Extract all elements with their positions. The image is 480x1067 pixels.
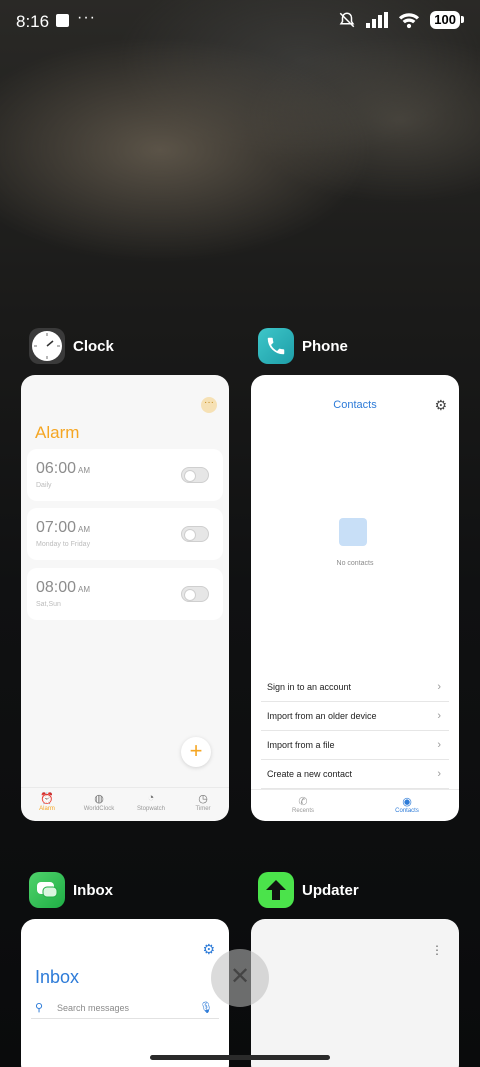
search-placeholder: Search messages bbox=[57, 1003, 130, 1013]
alarm-item[interactable]: 07:00 AM Monday to Friday bbox=[27, 508, 223, 560]
status-icons: 100 bbox=[338, 11, 464, 29]
gear-icon[interactable]: ⚙ bbox=[202, 941, 215, 958]
app-header-inbox[interactable]: Inbox bbox=[29, 872, 113, 908]
alarm-toggle[interactable] bbox=[181, 526, 209, 542]
alarm-time: 07:00 bbox=[36, 519, 77, 536]
alarm-toggle[interactable] bbox=[181, 467, 209, 483]
page-title: Alarm bbox=[35, 423, 80, 442]
alarm-ampm: AM bbox=[78, 585, 91, 594]
alarm-ampm: AM bbox=[78, 525, 91, 534]
bottom-tab-bar: ⏰ Alarm ◍ WorldClock ◔ Stopwatch ◷ Timer bbox=[21, 787, 229, 821]
close-icon: ✕ bbox=[229, 963, 251, 990]
gear-icon[interactable]: ⚙ bbox=[434, 397, 447, 414]
app-card-updater[interactable]: ⋮ bbox=[251, 919, 459, 1067]
timer-icon: ◷ bbox=[198, 793, 208, 805]
signal-icon bbox=[366, 12, 389, 28]
tab-alarm[interactable]: ⏰ Alarm bbox=[21, 788, 73, 821]
app-card-inbox[interactable]: ⚙ Inbox ⚲ Search messages 🎙 bbox=[21, 919, 229, 1067]
search-icon: ⚲ bbox=[35, 1002, 44, 1014]
status-time: 8:16 bbox=[16, 12, 50, 31]
globe-icon: ◍ bbox=[94, 793, 104, 805]
tab-contacts[interactable]: ◉ Contacts bbox=[355, 790, 459, 821]
tab-recents[interactable]: ✆ Recents bbox=[251, 790, 355, 821]
more-vert-icon[interactable]: ⋮ bbox=[431, 943, 443, 957]
app-card-clock[interactable]: ··· Alarm 06:00 AM Daily 07:00 AM Monday t… bbox=[21, 375, 229, 821]
wifi-icon bbox=[399, 13, 420, 29]
home-indicator[interactable] bbox=[150, 1055, 330, 1060]
alarm-icon: ⏰ bbox=[40, 793, 54, 805]
tab-stopwatch[interactable]: ◔ Stopwatch bbox=[125, 788, 177, 821]
sign-in-row[interactable]: Sign in to an account › bbox=[261, 673, 449, 702]
bottom-tab-bar: ✆ Recents ◉ Contacts bbox=[251, 789, 459, 821]
stopwatch-icon: ◔ bbox=[147, 792, 155, 804]
phone-app-icon bbox=[258, 328, 294, 364]
alarm-ampm: AM bbox=[78, 466, 91, 475]
updater-app-icon bbox=[258, 872, 294, 908]
add-alarm-button[interactable]: + bbox=[181, 737, 211, 767]
app-name-clock: Clock bbox=[73, 337, 114, 355]
alarm-time: 06:00 bbox=[36, 460, 77, 477]
chevron-right-icon: › bbox=[437, 710, 441, 722]
notification-square-icon bbox=[56, 14, 69, 27]
page-title: Contacts bbox=[333, 399, 377, 411]
app-name-phone: Phone bbox=[302, 337, 348, 355]
app-name-inbox: Inbox bbox=[73, 881, 113, 899]
clock-app-icon bbox=[29, 328, 65, 364]
tab-worldclock[interactable]: ◍ WorldClock bbox=[73, 788, 125, 821]
battery-indicator: 100 bbox=[430, 11, 464, 29]
clear-all-button[interactable]: ✕ bbox=[211, 949, 269, 1007]
alarm-item[interactable]: 08:00 AM Sat,Sun bbox=[27, 568, 223, 620]
bell-muted-icon bbox=[339, 12, 355, 28]
import-older-device-row[interactable]: Import from an older device › bbox=[261, 702, 449, 731]
search-input[interactable]: ⚲ Search messages 🎙 bbox=[31, 997, 219, 1019]
status-bar: 8:16 ··· 100 bbox=[0, 0, 480, 42]
create-contact-row[interactable]: Create a new contact › bbox=[261, 760, 449, 789]
chevron-right-icon: › bbox=[437, 739, 441, 751]
alarm-repeat: Daily bbox=[36, 482, 52, 489]
app-header-clock[interactable]: Clock bbox=[29, 328, 114, 364]
alarm-repeat: Monday to Friday bbox=[36, 541, 91, 548]
app-header-phone[interactable]: Phone bbox=[258, 328, 348, 364]
messages-app-icon bbox=[29, 872, 65, 908]
more-notifications-icon: ··· bbox=[77, 9, 96, 26]
alarm-repeat: Sat,Sun bbox=[36, 601, 61, 608]
import-file-row[interactable]: Import from a file › bbox=[261, 731, 449, 760]
page-title: Inbox bbox=[35, 967, 80, 987]
chevron-right-icon: › bbox=[437, 681, 441, 693]
app-header-updater[interactable]: Updater bbox=[258, 872, 359, 908]
alarm-item[interactable]: 06:00 AM Daily bbox=[27, 449, 223, 501]
alarm-time: 08:00 bbox=[36, 579, 77, 596]
contact-placeholder-icon bbox=[339, 518, 371, 550]
empty-state-text: No contacts bbox=[336, 560, 374, 567]
more-options-icon[interactable]: ··· bbox=[201, 397, 217, 413]
alarm-toggle[interactable] bbox=[181, 586, 209, 602]
person-icon: ◉ bbox=[402, 796, 412, 808]
tab-timer[interactable]: ◷ Timer bbox=[177, 788, 229, 821]
app-name-updater: Updater bbox=[302, 881, 359, 899]
chevron-right-icon: › bbox=[437, 768, 441, 780]
app-card-phone[interactable]: Contacts ⚙ No contacts Sign in to an acc… bbox=[251, 375, 459, 821]
phone-icon: ✆ bbox=[298, 796, 308, 808]
mic-icon[interactable]: 🎙 bbox=[199, 997, 213, 1019]
